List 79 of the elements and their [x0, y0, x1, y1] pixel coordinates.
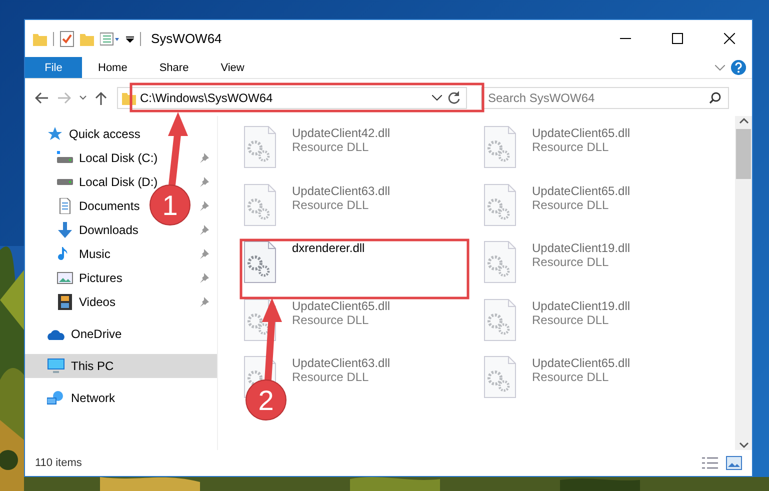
sidebar-item[interactable]: Videos: [79, 295, 116, 309]
help-icon[interactable]: [731, 60, 746, 75]
file-type: Resource DLL: [292, 312, 370, 326]
file-type: Resource DLL: [292, 198, 370, 212]
recent-locations-button[interactable]: [77, 92, 89, 102]
drive-icon: [57, 150, 73, 166]
sidebar-item[interactable]: Local Disk (D:): [79, 175, 158, 189]
film-icon: [57, 294, 73, 310]
dll-file-icon: [484, 298, 516, 340]
sidebar-item[interactable]: Network: [25, 386, 217, 410]
sidebar-item[interactable]: This PC: [25, 354, 217, 378]
file-name[interactable]: UpdateClient19.dll: [532, 241, 630, 255]
pictures-icon: [57, 270, 73, 286]
properties-icon[interactable]: [60, 30, 74, 46]
cloud-icon: [47, 328, 65, 340]
sidebar-item[interactable]: Music: [79, 247, 110, 261]
item-count: 110 items: [35, 457, 82, 469]
folder-icon: [122, 90, 136, 104]
ribbon-tab[interactable]: View: [204, 57, 260, 78]
dropdown-icon[interactable]: [432, 94, 442, 100]
ribbon-tab[interactable]: Home: [82, 57, 144, 78]
refresh-icon[interactable]: [446, 90, 462, 106]
drive-icon: [57, 179, 73, 185]
dll-file-icon: [244, 126, 276, 168]
address-field[interactable]: C:\Windows\SysWOW64: [117, 86, 467, 108]
scroll-up-icon[interactable]: [738, 116, 748, 126]
window-title: SysWOW64: [151, 31, 222, 46]
document-icon: [57, 198, 73, 214]
file-name[interactable]: UpdateClient65.dll: [532, 356, 630, 370]
caret-icon: [79, 94, 87, 100]
step-number: 1: [162, 190, 178, 221]
sidebar-item[interactable]: OneDrive: [25, 322, 217, 346]
chevron-icon[interactable]: [715, 64, 725, 70]
file-type: Resource DLL: [532, 312, 610, 326]
scrollbar-track[interactable]: [735, 116, 752, 450]
file-type: Resource DLL: [532, 370, 610, 384]
ribbon-tab[interactable]: Share: [143, 57, 205, 78]
computer-icon: [47, 358, 65, 374]
file-name[interactable]: UpdateClient19.dll: [532, 298, 630, 312]
file-type: Resource DLL: [292, 140, 370, 154]
sidebar-item[interactable]: Pictures: [79, 271, 122, 285]
file-name[interactable]: UpdateClient65.dll: [532, 126, 630, 140]
dropdown-icon[interactable]: [126, 34, 134, 42]
details-view-icon[interactable]: [702, 457, 718, 469]
file-name[interactable]: UpdateClient65.dll: [532, 184, 630, 198]
file-name[interactable]: UpdateClient63.dll: [292, 184, 390, 198]
sidebar-item[interactable]: Documents: [79, 199, 140, 213]
file-type: Resource DLL: [532, 198, 610, 212]
maximize-icon: [672, 33, 682, 44]
star-icon: [47, 126, 63, 142]
view-icon[interactable]: [100, 32, 120, 46]
minimize-icon: [620, 38, 630, 39]
file-menu[interactable]: File: [25, 57, 82, 78]
step-badge: [246, 380, 286, 420]
dll-file-icon: [484, 184, 516, 226]
file-type: Resource DLL: [532, 255, 610, 269]
scrollbar-thumb[interactable]: [736, 129, 751, 179]
dll-file-icon: [484, 241, 516, 283]
network-icon: [47, 390, 65, 406]
file-name[interactable]: UpdateClient65.dll: [292, 298, 390, 312]
file-type: Resource DLL: [532, 140, 610, 154]
close-icon: [724, 33, 734, 44]
large-icons-view-icon[interactable]: [726, 456, 742, 470]
sidebar-item[interactable]: Downloads: [79, 223, 138, 237]
download-icon: [57, 222, 73, 238]
scroll-down-icon[interactable]: [738, 440, 748, 450]
dll-file-icon: [244, 241, 276, 283]
sidebar-item[interactable]: Quick access: [25, 122, 217, 146]
file-type: Resource DLL: [292, 370, 370, 384]
file-name[interactable]: UpdateClient42.dll: [292, 126, 390, 140]
dll-file-icon: [484, 126, 516, 168]
back-button[interactable]: [33, 90, 51, 106]
step-number: 2: [258, 385, 274, 416]
search-field[interactable]: Search SysWOW64: [481, 86, 729, 108]
sidebar-item[interactable]: Local Disk (C:): [79, 151, 158, 165]
dll-file-icon: [244, 184, 276, 226]
file-name[interactable]: dxrenderer.dll: [292, 241, 365, 255]
file-name[interactable]: UpdateClient63.dll: [292, 356, 390, 370]
dll-file-icon: [484, 356, 516, 398]
